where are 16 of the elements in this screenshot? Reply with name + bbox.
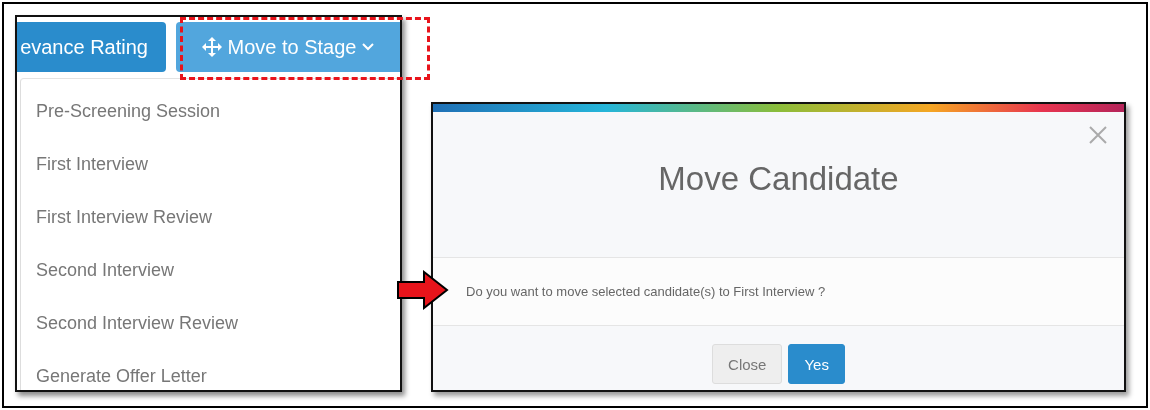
- menu-item[interactable]: First Interview: [21, 138, 400, 191]
- menu-item[interactable]: Pre-Screening Session: [21, 85, 400, 138]
- menu-item[interactable]: Generate Offer Letter: [21, 350, 400, 390]
- chevron-down-icon: [362, 43, 375, 51]
- menu-item[interactable]: Second Interview: [21, 244, 400, 297]
- modal-message: Do you want to move selected candidate(s) to First Interview ?: [466, 284, 826, 299]
- right-arrow-icon: [397, 270, 449, 310]
- modal-title: Move Candidate: [658, 159, 899, 198]
- confirm-button[interactable]: Yes: [788, 344, 845, 384]
- move-icon: [201, 37, 222, 57]
- close-icon[interactable]: [1089, 126, 1107, 144]
- close-button[interactable]: Close: [712, 344, 783, 384]
- menu-item[interactable]: Second Interview Review: [21, 297, 400, 350]
- menu-item[interactable]: First Interview Review: [21, 191, 400, 244]
- move-to-stage-button[interactable]: Move to Stage: [176, 22, 400, 72]
- toolbar-button[interactable]: evance Rating: [17, 22, 166, 72]
